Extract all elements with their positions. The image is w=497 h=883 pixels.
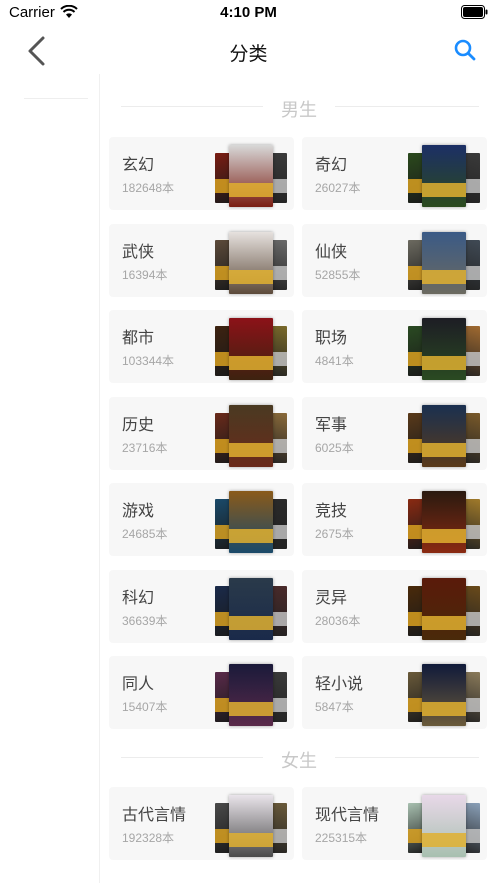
category-name: 都市 bbox=[122, 330, 155, 347]
category-card[interactable]: 玄幻 182648本 bbox=[109, 137, 294, 210]
book-count: 36639本 bbox=[122, 613, 168, 628]
book-cover-image bbox=[229, 577, 273, 640]
category-card[interactable]: 轻小说 5847本 bbox=[302, 656, 487, 729]
category-name: 灵异 bbox=[315, 589, 348, 607]
book-count: 5847本 bbox=[315, 700, 354, 714]
book-count: 23716本 bbox=[122, 440, 168, 455]
section-title: 女生 bbox=[281, 751, 317, 771]
category-card[interactable]: 职场 4841本 bbox=[302, 310, 487, 383]
category-card[interactable]: 历史 23716本 bbox=[109, 396, 294, 470]
category-name: 仙侠 bbox=[315, 243, 348, 261]
book-covers bbox=[408, 664, 480, 729]
book-cover-image bbox=[229, 231, 273, 294]
battery-icon bbox=[461, 5, 488, 19]
book-covers bbox=[215, 318, 287, 383]
book-cover-image bbox=[229, 664, 273, 726]
category-name: 现代言情 bbox=[315, 807, 380, 824]
book-count: 24685本 bbox=[122, 527, 168, 541]
book-covers bbox=[408, 404, 480, 470]
book-covers bbox=[408, 145, 480, 210]
book-cover-image bbox=[422, 145, 466, 207]
book-cover-image bbox=[422, 491, 466, 553]
category-card[interactable]: 现代言情 225315本 bbox=[302, 787, 487, 860]
book-count: 26027本 bbox=[315, 181, 361, 195]
book-covers bbox=[408, 795, 480, 860]
category-card[interactable]: 奇幻 26027本 bbox=[302, 137, 487, 210]
category-name: 武侠 bbox=[122, 243, 155, 261]
category-name: 科幻 bbox=[122, 589, 155, 607]
book-count: 16394本 bbox=[122, 267, 168, 282]
category-name: 古代言情 bbox=[122, 807, 187, 824]
book-count: 28036本 bbox=[315, 613, 361, 628]
category-name: 军事 bbox=[315, 416, 348, 434]
category-card[interactable]: 都市 103344本 bbox=[109, 310, 294, 383]
navigation-bar: 分类 bbox=[0, 26, 497, 74]
sidebar-divider bbox=[24, 98, 88, 99]
section-title: 男生 bbox=[281, 100, 317, 120]
book-covers bbox=[408, 577, 480, 643]
book-covers bbox=[408, 231, 480, 297]
category-name: 竞技 bbox=[315, 503, 348, 520]
status-time: 4:10 PM bbox=[220, 4, 277, 21]
book-cover-image bbox=[229, 491, 273, 553]
book-covers bbox=[215, 664, 287, 729]
book-count: 182648本 bbox=[122, 181, 175, 195]
category-name: 游戏 bbox=[122, 503, 155, 520]
divider-line bbox=[335, 757, 479, 758]
book-cover-image bbox=[229, 795, 273, 857]
book-cover-image bbox=[422, 795, 466, 857]
book-count: 52855本 bbox=[315, 267, 361, 282]
book-covers bbox=[408, 491, 480, 556]
book-count: 103344本 bbox=[122, 354, 175, 368]
book-covers bbox=[408, 318, 480, 383]
book-count: 225315本 bbox=[315, 831, 368, 845]
category-grid: 男生玄幻 182648本 奇幻 26027本武侠 16394本 仙侠 52855本都市 103… bbox=[101, 74, 497, 883]
category-name: 玄幻 bbox=[122, 157, 155, 174]
search-button[interactable] bbox=[453, 38, 477, 62]
category-card[interactable]: 同人 15407本 bbox=[109, 656, 294, 729]
page-title: 分类 bbox=[229, 44, 268, 65]
category-name: 职场 bbox=[315, 330, 348, 347]
category-sidebar bbox=[0, 74, 100, 883]
book-cover-image bbox=[229, 145, 273, 207]
category-name: 同人 bbox=[122, 676, 155, 693]
book-cover-image bbox=[422, 318, 466, 380]
book-cover-image bbox=[422, 664, 466, 726]
category-card[interactable]: 古代言情 192328本 bbox=[109, 787, 294, 860]
book-count: 192328本 bbox=[122, 831, 175, 845]
category-name: 奇幻 bbox=[315, 157, 348, 174]
book-covers bbox=[215, 577, 287, 643]
book-count: 2675本 bbox=[315, 527, 354, 541]
book-covers bbox=[215, 795, 287, 860]
category-card[interactable]: 科幻 36639本 bbox=[109, 569, 294, 643]
book-covers bbox=[215, 491, 287, 556]
book-count: 4841本 bbox=[315, 354, 354, 368]
book-cover-image bbox=[229, 318, 273, 380]
book-covers bbox=[215, 231, 287, 297]
category-name: 轻小说 bbox=[315, 676, 364, 693]
book-cover-image bbox=[422, 404, 466, 467]
category-name: 历史 bbox=[122, 416, 155, 434]
book-covers bbox=[215, 404, 287, 470]
category-card[interactable]: 武侠 16394本 bbox=[109, 223, 294, 297]
status-bar: Carrier 4:10 PM bbox=[0, 0, 497, 26]
book-cover-image bbox=[422, 577, 466, 640]
book-covers bbox=[215, 145, 287, 210]
category-card[interactable]: 游戏 24685本 bbox=[109, 483, 294, 556]
book-cover-image bbox=[422, 231, 466, 294]
book-cover-image bbox=[229, 404, 273, 467]
section-header: 女生 bbox=[101, 743, 497, 773]
category-card[interactable]: 灵异 28036本 bbox=[302, 569, 487, 643]
category-card[interactable]: 竞技 2675本 bbox=[302, 483, 487, 556]
category-card[interactable]: 仙侠 52855本 bbox=[302, 223, 487, 297]
book-count: 6025本 bbox=[315, 440, 354, 455]
divider-line bbox=[335, 106, 479, 107]
book-count: 15407本 bbox=[122, 700, 168, 714]
section-header: 男生 bbox=[101, 92, 497, 122]
category-card[interactable]: 军事 6025本 bbox=[302, 396, 487, 470]
